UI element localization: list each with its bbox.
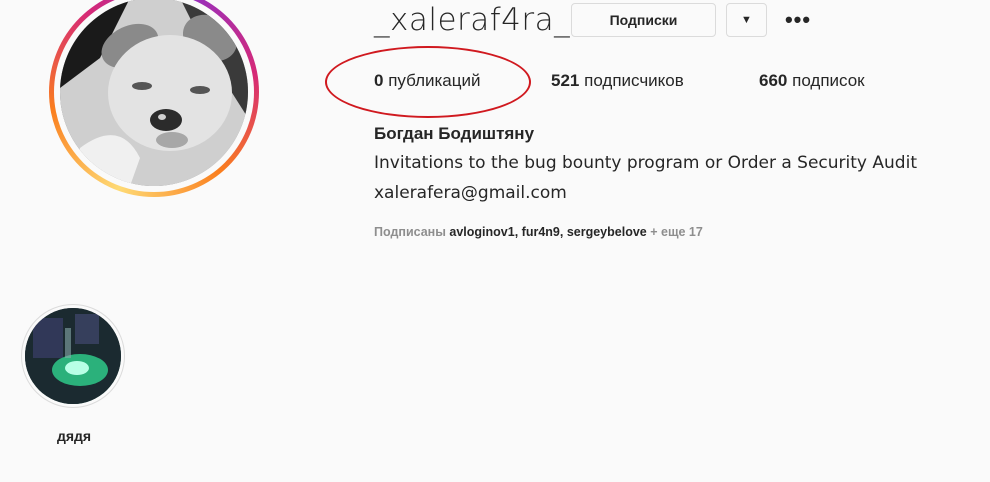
following-count: 660: [759, 71, 788, 90]
story-highlight-label: дядя: [56, 428, 92, 444]
following-label: подписок: [792, 71, 865, 90]
more-dots-icon: •••: [784, 7, 812, 32]
followed-by[interactable]: Подписаны avloginov1, fur4n9, sergeybelo…: [374, 225, 703, 239]
posts-stat: 0 публикаций: [374, 71, 480, 91]
posts-label: публикаций: [388, 71, 481, 90]
following-stat[interactable]: 660 подписок: [759, 71, 865, 91]
followed-by-user[interactable]: sergeybelove: [567, 225, 647, 239]
profile-avatar[interactable]: [60, 0, 248, 186]
following-button[interactable]: Подписки: [571, 3, 716, 37]
profile-avatar-ring[interactable]: [49, 0, 259, 197]
chevron-down-icon: ▼: [741, 14, 752, 26]
followed-by-user[interactable]: fur4n9: [522, 225, 560, 239]
posts-count: 0: [374, 71, 384, 90]
avatar-photo-icon: [60, 0, 248, 186]
followers-count: 521: [551, 71, 580, 90]
profile-email: xalerafera@gmail.com: [374, 183, 567, 203]
profile-username: _xaleraf4ra_: [374, 2, 571, 38]
followed-by-user[interactable]: avloginov1: [449, 225, 514, 239]
suggestions-dropdown-button[interactable]: ▼: [726, 3, 767, 37]
followers-label: подписчиков: [584, 71, 684, 90]
profile-full-name: Богдан Бодиштяну: [374, 124, 535, 143]
followed-by-more[interactable]: + еще 17: [650, 225, 703, 239]
story-highlight[interactable]: [21, 304, 125, 408]
story-highlight-cover: [25, 308, 121, 404]
story-photo-icon: [25, 308, 121, 404]
avatar-gap: [54, 0, 254, 192]
followed-by-prefix: Подписаны: [374, 225, 446, 239]
more-options-button[interactable]: •••: [784, 3, 812, 37]
profile-bio: Invitations to the bug bounty program or…: [374, 153, 917, 173]
followers-stat[interactable]: 521 подписчиков: [551, 71, 684, 91]
